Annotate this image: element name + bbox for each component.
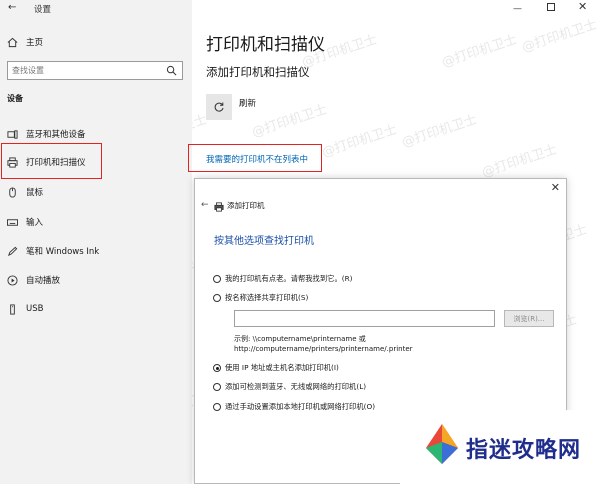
option-label: 我的打印机有点老。请帮我找到它。(R): [225, 274, 353, 283]
watermark-text: @打印机卫士: [520, 17, 600, 56]
dialog-title: 添加打印机: [227, 201, 265, 210]
radio-button-checked[interactable]: [213, 364, 221, 372]
refresh-label: 刷新: [239, 99, 257, 109]
bluetooth-devices-icon: [6, 128, 18, 140]
mouse-icon: [6, 186, 18, 198]
search-icon[interactable]: [166, 65, 177, 76]
example-text: http://computername/printers/printername…: [234, 345, 413, 353]
option-label: 按名称选择共享打印机(S): [225, 293, 309, 302]
search-input[interactable]: [12, 64, 162, 77]
watermark-text: @打印机卫士: [440, 32, 520, 71]
sidebar: ← 设置 主页 设备 蓝牙和其他设备 打印机和扫描仪 鼠标 输入: [0, 0, 192, 484]
example-text: 示例: \\computername\printername 或: [234, 335, 366, 343]
option-label: 使用 IP 地址或主机名添加打印机(I): [225, 363, 339, 372]
option-label: 添加可检测到蓝牙、无线或网络的打印机(L): [225, 382, 367, 391]
sidebar-item-mouse[interactable]: 鼠标: [6, 182, 43, 202]
sidebar-item-bluetooth[interactable]: 蓝牙和其他设备: [6, 124, 86, 144]
watermark-text: @打印机卫士: [400, 112, 480, 151]
radio-button[interactable]: [213, 275, 221, 283]
sidebar-item-label: 蓝牙和其他设备: [26, 130, 86, 140]
shared-printer-input[interactable]: [234, 310, 495, 327]
radio-button[interactable]: [213, 294, 221, 302]
section-label: 设备: [7, 94, 23, 103]
sidebar-item-label: 输入: [26, 218, 44, 228]
logo-text: 指迷攻略网: [466, 437, 582, 463]
option-shared-printer[interactable]: 按名称选择共享打印机(S): [213, 293, 308, 303]
sidebar-item-pen[interactable]: 笔和 Windows Ink: [6, 241, 99, 261]
dialog-heading: 按其他选项查找打印机: [214, 236, 314, 247]
browse-button[interactable]: 浏览(R)...: [504, 310, 554, 327]
sidebar-item-label: 鼠标: [26, 188, 44, 198]
sidebar-item-usb[interactable]: USB: [6, 299, 43, 319]
back-arrow-icon[interactable]: ←: [8, 2, 16, 13]
page-title: 打印机和扫描仪: [206, 35, 325, 55]
autoplay-icon: [6, 274, 18, 286]
printer-icon: [214, 202, 224, 212]
watermark-text: @打印机卫士: [250, 102, 330, 141]
pen-icon: [6, 245, 18, 257]
sidebar-item-label: 自动播放: [26, 276, 61, 286]
sidebar-item-label: USB: [26, 304, 44, 314]
dialog-back-icon[interactable]: ←: [201, 200, 209, 210]
search-box[interactable]: [7, 61, 183, 80]
site-logo: 指迷攻略网: [400, 410, 600, 484]
section-subtitle: 添加打印机和扫描仪: [206, 65, 310, 79]
sidebar-item-label: 笔和 Windows Ink: [26, 247, 100, 257]
logo-mark-icon: [426, 424, 458, 464]
maximize-button[interactable]: [547, 3, 555, 11]
printer-not-listed-link[interactable]: 我需要的打印机不在列表中: [206, 153, 308, 165]
dialog-close-button[interactable]: ✕: [551, 181, 560, 194]
option-manual-setup[interactable]: 通过手动设置添加本地打印机或网络打印机(O): [213, 402, 375, 412]
sidebar-item-label: 主页: [26, 38, 44, 48]
option-bluetooth-network[interactable]: 添加可检测到蓝牙、无线或网络的打印机(L): [213, 382, 366, 392]
sidebar-item-autoplay[interactable]: 自动播放: [6, 270, 60, 290]
sidebar-item-input[interactable]: 输入: [6, 212, 43, 232]
minimize-button[interactable]: —: [513, 4, 522, 14]
home-icon: [6, 36, 18, 48]
printer-icon: [6, 156, 18, 168]
close-window-button[interactable]: ✕: [578, 0, 587, 13]
option-old-printer[interactable]: 我的打印机有点老。请帮我找到它。(R): [213, 274, 353, 284]
app-title: 设置: [34, 5, 52, 15]
sidebar-item-home[interactable]: 主页: [6, 32, 43, 52]
usb-icon: [6, 303, 18, 315]
watermark-text: @打印机卫士: [320, 122, 400, 161]
radio-button[interactable]: [213, 403, 221, 411]
sidebar-item-printers[interactable]: 打印机和扫描仪: [6, 152, 86, 172]
option-label: 通过手动设置添加本地打印机或网络打印机(O): [225, 402, 376, 411]
sidebar-item-label: 打印机和扫描仪: [26, 158, 86, 168]
watermark-text: @打印机卫士: [480, 142, 560, 181]
refresh-button[interactable]: [206, 94, 232, 120]
keyboard-icon: [6, 216, 18, 228]
refresh-icon: [214, 102, 224, 112]
option-ip-address[interactable]: 使用 IP 地址或主机名添加打印机(I): [213, 363, 339, 373]
radio-button[interactable]: [213, 383, 221, 391]
